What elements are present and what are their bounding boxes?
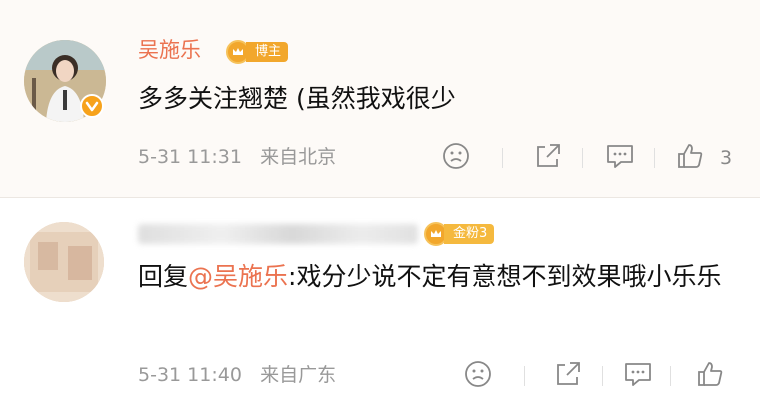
comment-text: 多多关注翘楚 (虽然我戏很少 [138,84,456,113]
fans-badge: 金粉3 [424,222,495,246]
comment-icon[interactable] [604,140,636,172]
like-icon[interactable] [694,358,726,390]
reply-prefix: 回复 [138,262,189,291]
avatar[interactable] [24,222,104,302]
comment-icon[interactable] [622,358,654,390]
share-icon[interactable] [552,358,584,390]
comment-meta: 5-31 11:40 来自广东 [138,366,336,385]
share-icon[interactable] [532,140,564,172]
comment-item: 金粉3 回复@吴施乐:戏分少说不定有意想不到效果哦小乐乐 5-31 11:40 … [0,198,760,409]
like-count: 3 [720,147,733,169]
comment-source: 来自北京 [260,146,337,168]
comment-time: 5-31 11:40 [138,364,242,386]
mention-link[interactable]: @吴施乐 [188,262,288,291]
verified-icon [80,94,104,118]
badge-label: 金粉3 [444,224,495,244]
blurred-author-name[interactable] [138,224,418,244]
face-icon[interactable] [440,140,472,172]
comment-source: 来自广东 [260,364,337,386]
comment-item: 吴施乐 博主 多多关注翘楚 (虽然我戏很少 5-31 11:31 来自北京 3 [0,0,760,198]
comment-meta: 5-31 11:31 来自北京 [138,148,336,167]
host-badge: 博主 [226,40,289,64]
comment-text: 回复@吴施乐:戏分少说不定有意想不到效果哦小乐乐 [138,258,738,296]
comment-time: 5-31 11:31 [138,146,242,168]
face-icon[interactable] [462,358,494,390]
like-icon[interactable] [674,140,706,172]
reply-body: :戏分少说不定有意想不到效果哦小乐乐 [288,262,722,291]
badge-label: 博主 [246,42,289,62]
author-name[interactable]: 吴施乐 [138,40,201,61]
